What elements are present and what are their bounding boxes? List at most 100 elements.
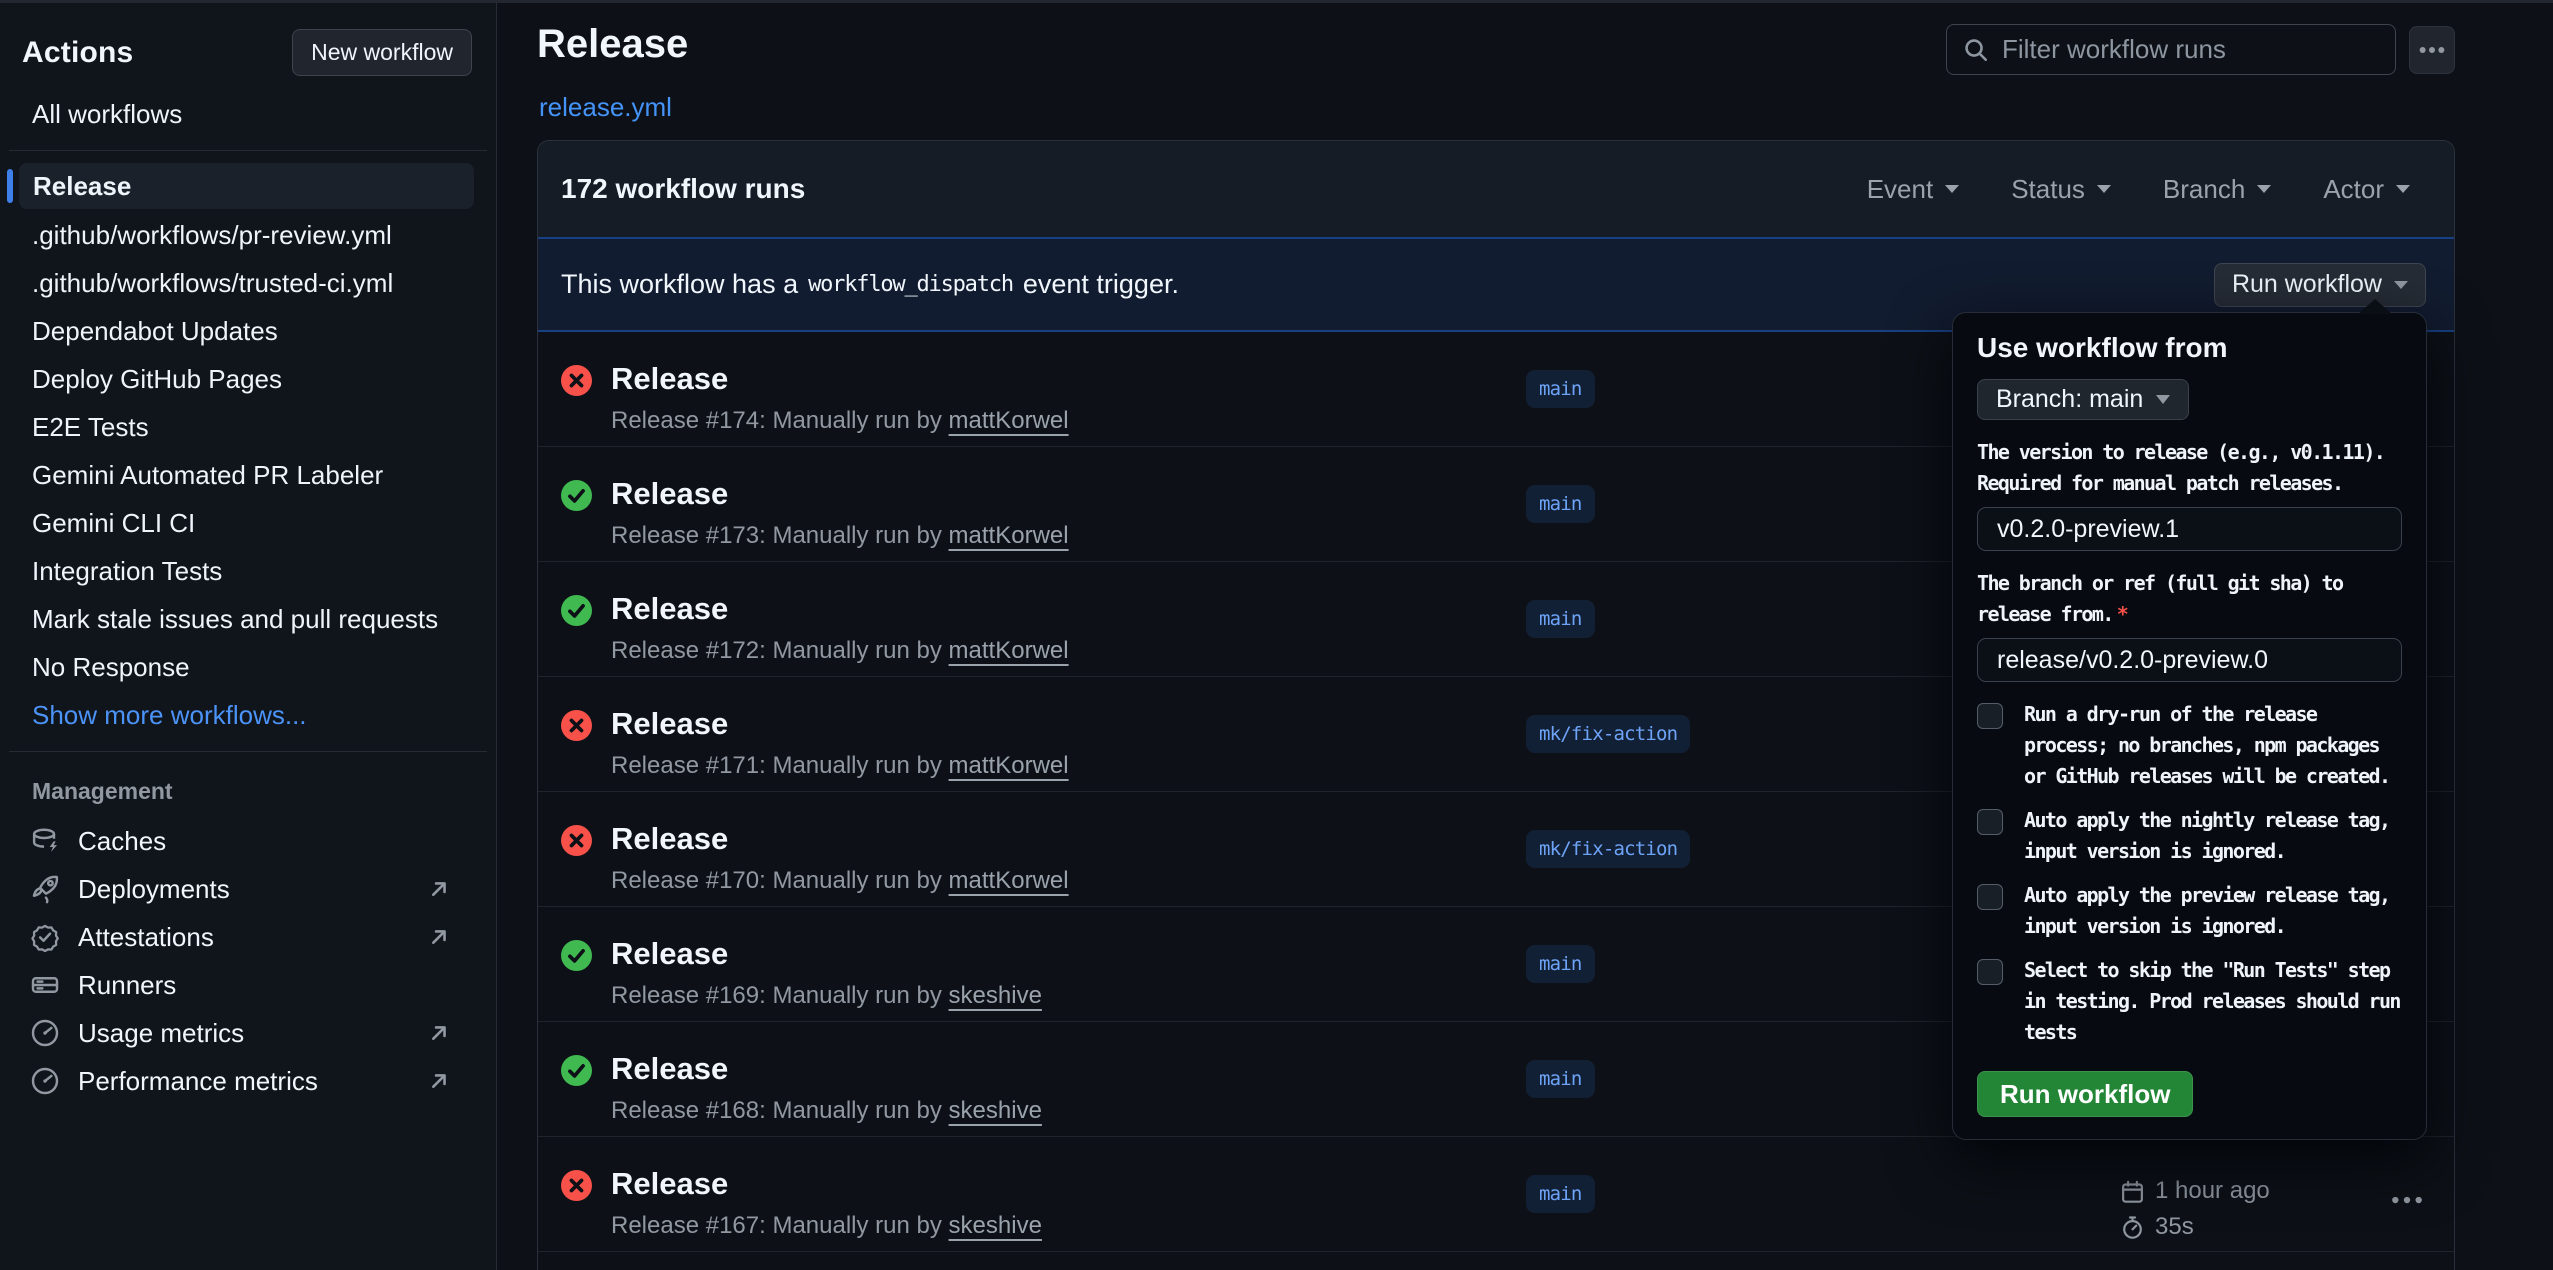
branch-badge[interactable]: main xyxy=(1526,945,1595,983)
failure-icon xyxy=(561,710,592,741)
checkbox-label: Auto apply the preview release tag, inpu… xyxy=(2024,880,2402,942)
failure-icon xyxy=(561,365,592,396)
runs-filter-dropdown[interactable]: Actor xyxy=(2323,174,2410,205)
show-more-workflows-link[interactable]: Show more workflows... xyxy=(0,691,496,739)
run-title-link[interactable]: Release xyxy=(611,1166,728,1202)
management-item-label: Performance metrics xyxy=(78,1066,318,1097)
run-meta: 1 hour ago 35s xyxy=(2120,1177,2270,1241)
run-options-kebab-button[interactable] xyxy=(2390,1193,2424,1212)
run-title-link[interactable]: Release xyxy=(611,591,728,627)
checkbox[interactable] xyxy=(1977,809,2003,835)
stopwatch-icon xyxy=(2120,1215,2145,1240)
sidebar-workflow-item[interactable]: Gemini Automated PR Labeler xyxy=(0,451,496,499)
branch-badge[interactable]: main xyxy=(1526,370,1595,408)
run-title-link[interactable]: Release xyxy=(611,936,728,972)
management-section-label: Management xyxy=(0,764,496,817)
run-workflow-dropdown-button[interactable]: Run workflow xyxy=(2214,263,2426,307)
runs-filter-dropdown[interactable]: Status xyxy=(2011,174,2111,205)
sidebar-workflow-item[interactable]: Deploy GitHub Pages xyxy=(0,355,496,403)
kebab-icon xyxy=(2417,35,2447,65)
run-actor-link[interactable]: skeshive xyxy=(949,982,1042,1009)
branch-badge[interactable]: main xyxy=(1526,1060,1595,1098)
search-input[interactable] xyxy=(2002,34,2379,65)
branch-selector-button[interactable]: Branch: main xyxy=(1977,379,2189,420)
workflow-item-label: No Response xyxy=(32,652,190,683)
run-title-link[interactable]: Release xyxy=(611,821,728,857)
sidebar-workflow-item[interactable]: Mark stale issues and pull requests xyxy=(0,595,496,643)
chevron-down-icon xyxy=(2097,185,2111,193)
ref-input[interactable] xyxy=(1977,638,2402,682)
success-icon xyxy=(561,480,592,511)
banner-text-suffix: event trigger. xyxy=(1023,269,1179,300)
run-actor-link[interactable]: mattKorwel xyxy=(949,637,1069,664)
workflow-file-link[interactable]: release.yml xyxy=(539,92,672,123)
sidebar-item-all-workflows[interactable]: All workflows xyxy=(0,90,496,138)
run-description: Release #167: Manually run by skeshive xyxy=(611,1212,1042,1240)
filter-workflow-runs-box xyxy=(1946,24,2396,75)
checkbox[interactable] xyxy=(1977,703,2003,729)
branch-badge[interactable]: mk/fix-action xyxy=(1526,830,1690,868)
workflow-item-label: Dependabot Updates xyxy=(32,316,278,347)
checkbox[interactable] xyxy=(1977,959,2003,985)
runs-count-label: 172 workflow runs xyxy=(561,173,805,205)
checkbox-label: Run a dry-run of the release process; no… xyxy=(2024,699,2402,792)
panel-checkbox-row: Run a dry-run of the release process; no… xyxy=(1977,699,2402,792)
sidebar-workflow-item[interactable]: Integration Tests xyxy=(0,547,496,595)
run-workflow-panel: Use workflow from Branch: main The versi… xyxy=(1952,312,2427,1140)
run-status-icon xyxy=(561,480,592,511)
run-actor-link[interactable]: mattKorwel xyxy=(949,867,1069,894)
filter-label: Branch xyxy=(2163,174,2245,205)
branch-badge[interactable]: main xyxy=(1526,600,1595,638)
management-item-label: Attestations xyxy=(78,922,214,953)
new-workflow-button[interactable]: New workflow xyxy=(292,29,472,76)
branch-badge[interactable]: main xyxy=(1526,1175,1595,1213)
runs-list-header: 172 workflow runs Event Status Branch Ac… xyxy=(538,141,2454,237)
management-item-label: Caches xyxy=(78,826,166,857)
management-item[interactable]: Runners xyxy=(0,961,496,1009)
run-actor-link[interactable]: mattKorwel xyxy=(949,752,1069,779)
workflow-options-kebab-button[interactable] xyxy=(2409,26,2455,74)
workflow-item-label: Deploy GitHub Pages xyxy=(32,364,282,395)
sidebar-workflow-item[interactable]: .github/workflows/pr-review.yml xyxy=(0,211,496,259)
sidebar-workflow-item[interactable]: E2E Tests xyxy=(0,403,496,451)
management-item[interactable]: Performance metrics xyxy=(0,1057,496,1105)
search-icon xyxy=(1963,37,1989,63)
sidebar-workflow-item[interactable]: No Response xyxy=(0,643,496,691)
run-actor-link[interactable]: mattKorwel xyxy=(949,522,1069,549)
branch-badge[interactable]: main xyxy=(1526,485,1595,523)
sidebar-workflow-item[interactable]: Gemini CLI CI xyxy=(0,499,496,547)
sidebar-workflow-item[interactable]: Dependabot Updates xyxy=(0,307,496,355)
run-title-link[interactable]: Release xyxy=(611,706,728,742)
run-actor-link[interactable]: skeshive xyxy=(949,1097,1042,1124)
run-title-link[interactable]: Release xyxy=(611,1051,728,1087)
management-item[interactable]: Caches xyxy=(0,817,496,865)
page-title: Release xyxy=(537,22,688,67)
management-item[interactable]: Usage metrics xyxy=(0,1009,496,1057)
management-item[interactable]: Deployments xyxy=(0,865,496,913)
required-asterisk: * xyxy=(2113,602,2127,626)
kebab-icon xyxy=(2390,1193,2424,1207)
run-duration: 35s xyxy=(2155,1213,2194,1241)
run-title-link[interactable]: Release xyxy=(611,361,728,397)
run-description: Release #171: Manually run by mattKorwel xyxy=(611,752,1069,780)
panel-checkbox-row: Auto apply the nightly release tag, inpu… xyxy=(1977,805,2402,867)
run-workflow-submit-button[interactable]: Run workflow xyxy=(1977,1071,2193,1117)
runs-filter-dropdown[interactable]: Branch xyxy=(2163,174,2271,205)
rocket-icon xyxy=(30,874,60,904)
runs-filter-dropdown[interactable]: Event xyxy=(1867,174,1960,205)
run-status-icon xyxy=(561,595,592,626)
run-actor-link[interactable]: mattKorwel xyxy=(949,407,1069,434)
checkbox[interactable] xyxy=(1977,884,2003,910)
management-item[interactable]: Attestations xyxy=(0,913,496,961)
success-icon xyxy=(561,595,592,626)
chevron-down-icon xyxy=(2257,185,2271,193)
run-title-link[interactable]: Release xyxy=(611,476,728,512)
sidebar-title: Actions xyxy=(22,36,133,70)
run-actor-link[interactable]: skeshive xyxy=(949,1212,1042,1239)
version-input[interactable] xyxy=(1977,507,2402,551)
run-description: Release #169: Manually run by skeshive xyxy=(611,982,1042,1010)
sidebar-workflow-item[interactable]: .github/workflows/trusted-ci.yml xyxy=(0,259,496,307)
sidebar-workflow-item[interactable]: Release xyxy=(19,163,474,209)
workflow-item-label: Gemini CLI CI xyxy=(32,508,195,539)
branch-badge[interactable]: mk/fix-action xyxy=(1526,715,1690,753)
